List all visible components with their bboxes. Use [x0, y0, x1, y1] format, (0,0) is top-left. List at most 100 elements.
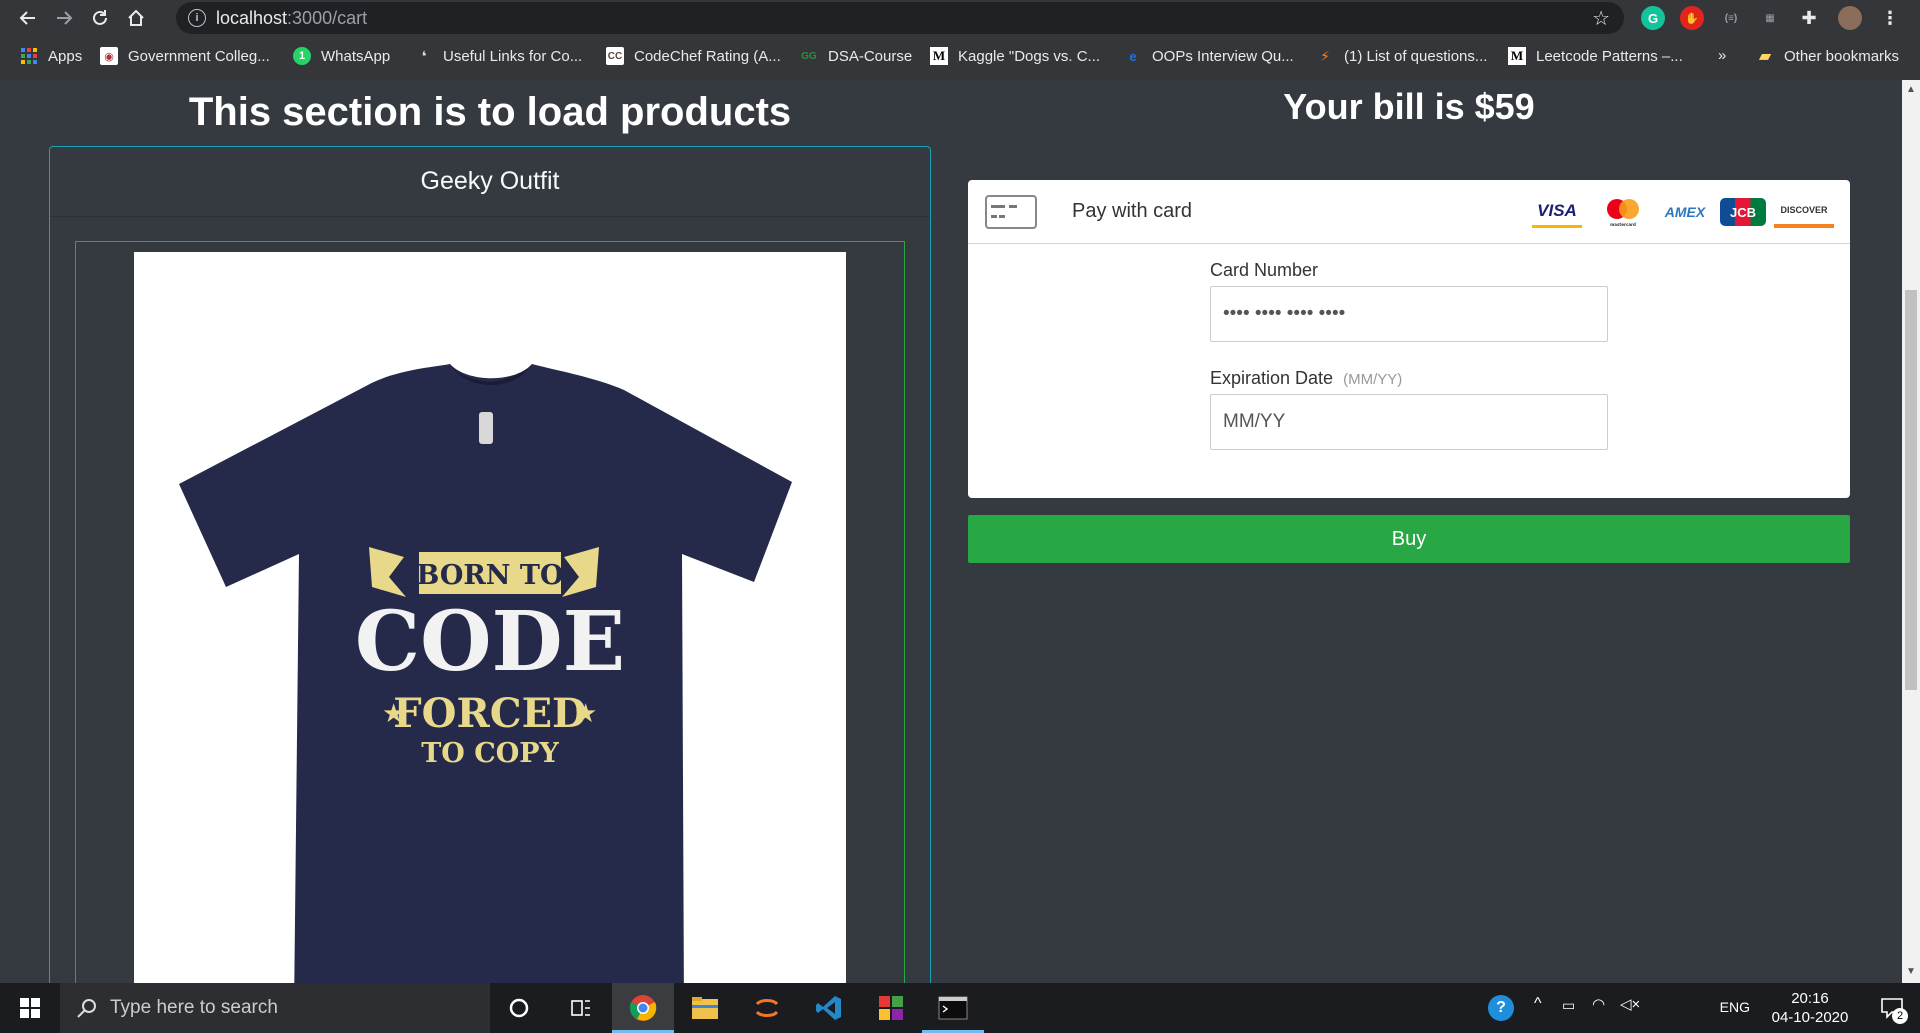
url-text: localhost:3000/cart — [216, 8, 367, 29]
taskbar-app-colorful[interactable] — [860, 983, 922, 1033]
notifications-button[interactable]: 2 — [1880, 996, 1908, 1024]
bookmark-useful-links[interactable]: ❛ Useful Links for Co... — [415, 47, 583, 65]
zip-extension-icon[interactable]: ▦ — [1758, 6, 1782, 30]
visa-icon: VISA — [1532, 196, 1582, 228]
chevron-up-icon[interactable]: ^ — [1534, 995, 1542, 1013]
bookmark-kaggle[interactable]: M Kaggle "Dogs vs. C... — [930, 47, 1100, 65]
codechef-icon: CC — [606, 47, 624, 65]
cortana-button[interactable] — [488, 983, 550, 1033]
search-placeholder: Type here to search — [110, 997, 278, 1018]
bookmark-oops-interview[interactable]: e OOPs Interview Qu... — [1124, 47, 1294, 65]
mastercard-icon: mastercard — [1598, 196, 1648, 228]
scroll-down-arrow-icon[interactable]: ▼ — [1906, 966, 1916, 977]
quote-icon: ❛ — [421, 47, 427, 64]
stack-icon: ⚡ — [1320, 47, 1330, 64]
clock-date: 04-10-2020 — [1771, 1009, 1849, 1026]
buy-button[interactable]: Buy — [968, 515, 1850, 563]
pay-with-card-title: Pay with card — [1072, 200, 1193, 222]
wifi-icon[interactable]: ◠ — [1592, 995, 1605, 1013]
products-heading: This section is to load products — [188, 90, 792, 134]
taskbar-terminal[interactable] — [922, 983, 984, 1033]
home-icon — [128, 9, 144, 26]
discover-icon: DISCOVER — [1774, 196, 1834, 228]
bookmark-list-of-questions[interactable]: ⚡ (1) List of questions... — [1316, 47, 1487, 65]
folder-icon: ▰ — [1758, 48, 1772, 65]
taskbar-file-explorer[interactable] — [674, 983, 736, 1033]
arrow-right-icon — [57, 11, 73, 25]
grammarly-extension-icon[interactable]: G — [1641, 6, 1665, 30]
expiration-placeholder: MM/YY — [1223, 411, 1286, 432]
scroll-up-arrow-icon[interactable]: ▲ — [1906, 84, 1916, 95]
bookmark-government-college[interactable]: ◉ Government Colleg... — [100, 47, 270, 65]
folder-icon — [692, 997, 718, 1019]
language-indicator[interactable]: ENG — [1720, 999, 1750, 1015]
bookmark-dsa-course[interactable]: GG DSA-Course — [800, 47, 912, 65]
expiration-date-input[interactable]: MM/YY — [1210, 394, 1608, 450]
task-view-button[interactable] — [550, 983, 612, 1033]
payment-form: Pay with card VISA mastercard AMEX JCB D… — [968, 180, 1850, 498]
bookmark-label: Government Colleg... — [128, 47, 270, 65]
address-bar[interactable]: i localhost:3000/cart ☆ — [176, 2, 1624, 34]
bill-heading: Your bill is $59 — [1283, 86, 1535, 127]
taskbar-search[interactable]: Type here to search — [60, 983, 490, 1033]
reload-button[interactable] — [82, 0, 118, 36]
tshirt-image: BORN TO CODE FORCED ★ ★ TO COPY — [179, 364, 792, 983]
start-button[interactable] — [0, 983, 60, 1033]
cortana-circle-icon — [509, 998, 529, 1018]
product-image-frame: BORN TO CODE FORCED ★ ★ TO COPY — [75, 241, 905, 983]
globe-icon: e — [1129, 48, 1137, 64]
card-number-input[interactable]: •••• •••• •••• •••• — [1210, 286, 1608, 342]
taskbar-vscode[interactable] — [798, 983, 860, 1033]
shirt-text-line: FORCED — [393, 690, 587, 737]
bookmark-label: Leetcode Patterns –... — [1536, 47, 1683, 65]
scrollbar-thumb[interactable] — [1905, 290, 1917, 690]
home-button[interactable] — [118, 0, 154, 36]
terminal-icon — [938, 996, 968, 1020]
apps-grid-icon — [20, 47, 38, 65]
bookmark-label: Kaggle "Dogs vs. C... — [958, 47, 1101, 65]
page-scrollbar[interactable]: ▲ ▼ — [1902, 80, 1920, 983]
more-bookmarks-button[interactable]: » — [1718, 47, 1726, 64]
payment-header: Pay with card VISA mastercard AMEX JCB D… — [968, 180, 1850, 244]
task-view-icon — [571, 1000, 590, 1016]
bookmark-whatsapp[interactable]: 1 WhatsApp — [293, 47, 390, 65]
system-tray: ? ^ ▭ ◠ ◁× ENG 20:16 04-10-2020 2 — [1488, 983, 1920, 1033]
bookmark-star-icon[interactable]: ☆ — [1592, 6, 1610, 31]
bookmark-leetcode-patterns[interactable]: M Leetcode Patterns –... — [1508, 47, 1683, 65]
site-info-icon[interactable]: i — [188, 9, 206, 27]
expiration-hint: (MM/YY) — [1343, 371, 1403, 388]
profile-avatar[interactable] — [1838, 6, 1862, 30]
bookmark-label: OOPs Interview Qu... — [1152, 47, 1294, 65]
product-card: Geeky Outfit BORN TO CODE FORCED ★ ★ TO … — [49, 146, 931, 983]
volume-muted-icon[interactable]: ◁× — [1620, 995, 1640, 1013]
card-number-label: Card Number — [1210, 260, 1319, 280]
bookmark-apps[interactable]: Apps — [20, 47, 82, 65]
medium-icon: M — [1508, 47, 1526, 65]
product-image[interactable]: BORN TO CODE FORCED ★ ★ TO COPY — [134, 252, 846, 983]
forward-button[interactable] — [46, 0, 82, 36]
bookmark-label: WhatsApp — [321, 47, 391, 65]
windows-logo-icon — [20, 998, 40, 1018]
extensions-puzzle-icon[interactable]: ✚ — [1797, 6, 1821, 30]
arrow-left-icon — [19, 11, 35, 25]
help-icon[interactable]: ? — [1488, 995, 1514, 1021]
browser-chrome: i localhost:3000/cart ☆ G ✋ (≡) ▦ ✚ ⋮ Ap… — [0, 0, 1920, 80]
adblock-extension-icon[interactable]: ✋ — [1680, 6, 1704, 30]
extension-icon[interactable]: (≡) — [1719, 6, 1743, 30]
other-bookmarks-folder[interactable]: ▰ Other bookmarks — [1756, 47, 1899, 66]
shirt-text-line: CODE — [355, 594, 625, 690]
battery-icon[interactable]: ▭ — [1562, 997, 1575, 1014]
star-icon: ★ — [382, 699, 405, 729]
jcb-icon: JCB — [1720, 198, 1766, 226]
clock[interactable]: 20:16 04-10-2020 — [1770, 989, 1850, 1027]
app-tiles-icon — [879, 996, 903, 1020]
bookmark-codechef[interactable]: CC CodeChef Rating (A... — [606, 47, 781, 65]
whatsapp-icon: 1 — [293, 47, 311, 65]
amex-icon: AMEX — [1664, 204, 1706, 220]
taskbar-chrome[interactable] — [612, 983, 674, 1033]
star-icon: ★ — [574, 699, 597, 729]
taskbar-jupyter[interactable] — [736, 983, 798, 1033]
menu-dots-icon[interactable]: ⋮ — [1878, 6, 1902, 30]
back-button[interactable] — [10, 0, 46, 36]
shirt-text-line: TO COPY — [421, 738, 559, 769]
